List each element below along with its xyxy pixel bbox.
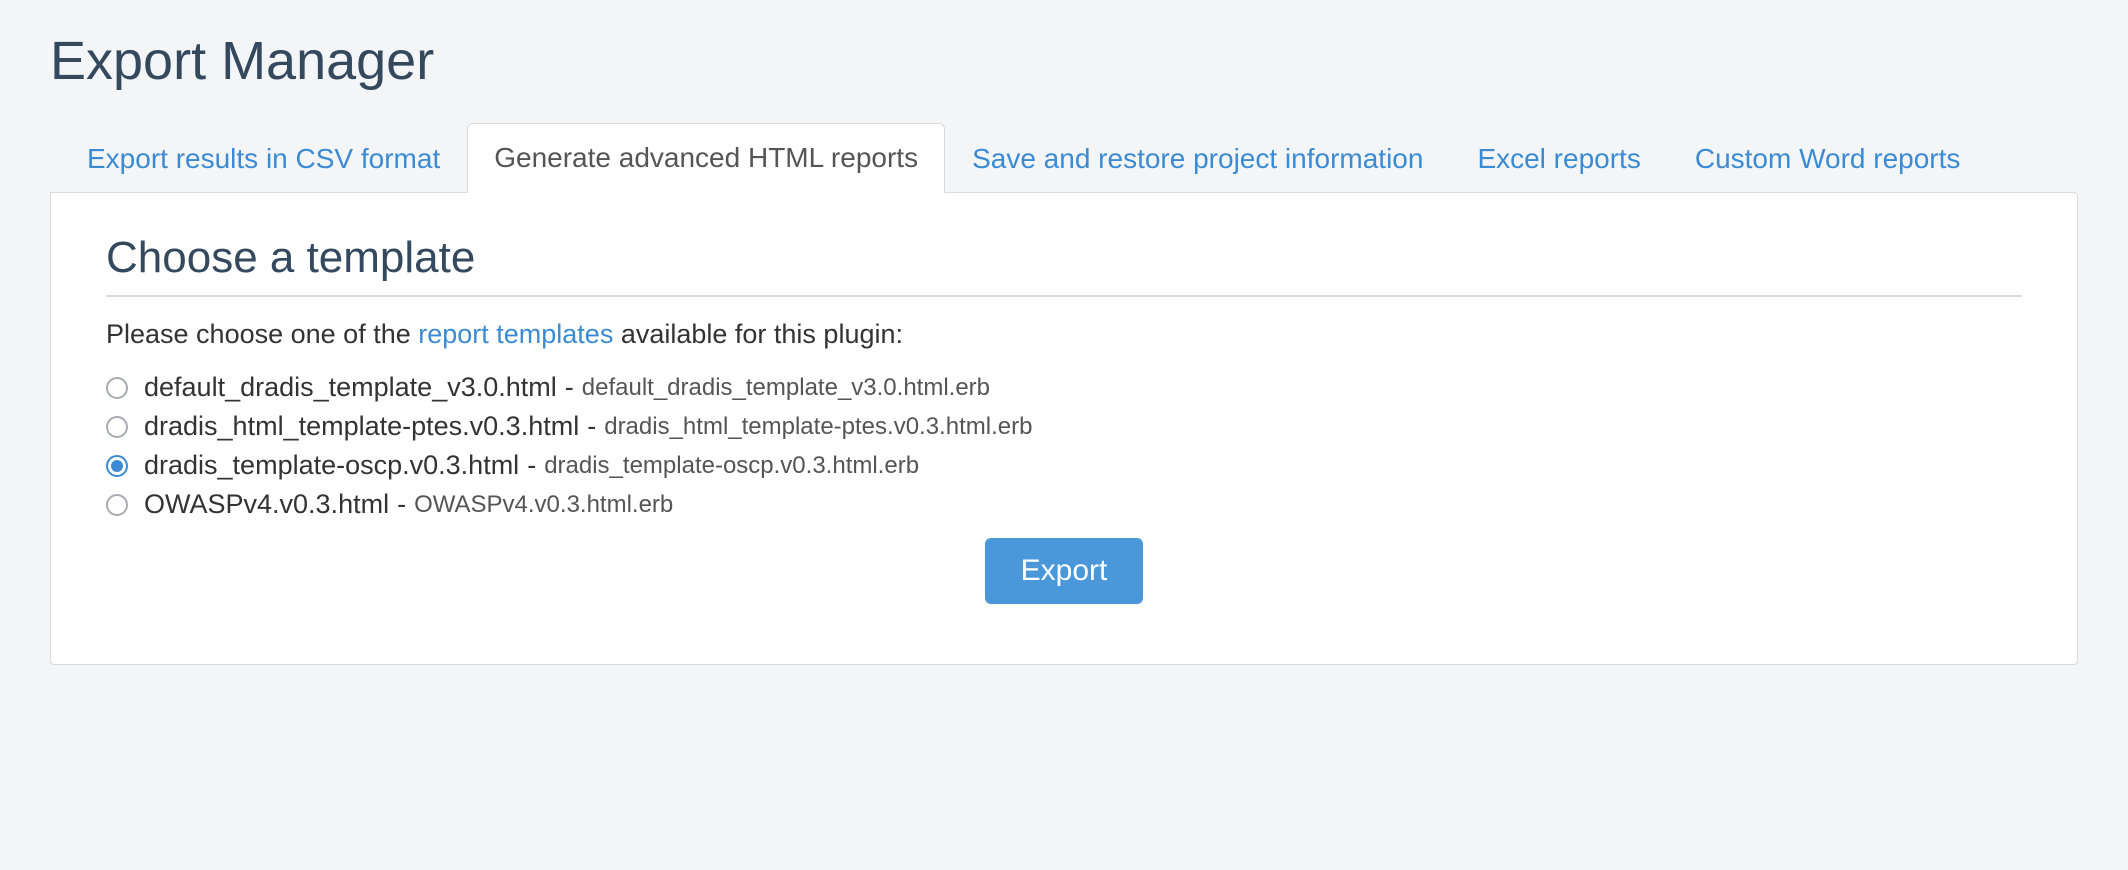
tab-generate-html-reports[interactable]: Generate advanced HTML reports — [467, 123, 945, 193]
instruction-text: Please choose one of the report template… — [106, 319, 2022, 350]
report-templates-link[interactable]: report templates — [418, 319, 613, 349]
template-label: dradis_template-oscp.v0.3.html — [144, 450, 519, 481]
template-separator: - — [565, 372, 574, 403]
tabs-bar: Export results in CSV format Generate ad… — [50, 122, 2078, 192]
export-button[interactable]: Export — [985, 538, 1144, 604]
instruction-pre: Please choose one of the — [106, 319, 418, 349]
template-separator: - — [527, 450, 536, 481]
template-option[interactable]: dradis_html_template-ptes.v0.3.html - dr… — [106, 411, 2022, 442]
template-filename: dradis_template-oscp.v0.3.html.erb — [544, 452, 919, 480]
template-option[interactable]: dradis_template-oscp.v0.3.html - dradis_… — [106, 450, 2022, 481]
tab-panel: Choose a template Please choose one of t… — [50, 192, 2078, 665]
template-label: default_dradis_template_v3.0.html — [144, 372, 557, 403]
template-label: OWASPv4.v0.3.html — [144, 489, 389, 520]
tab-custom-word-reports[interactable]: Custom Word reports — [1668, 124, 1988, 193]
tab-save-restore-project[interactable]: Save and restore project information — [945, 124, 1450, 193]
template-radio[interactable] — [106, 377, 128, 399]
template-list: default_dradis_template_v3.0.html - defa… — [106, 372, 2022, 520]
section-heading: Choose a template — [106, 233, 2022, 297]
tab-excel-reports[interactable]: Excel reports — [1450, 124, 1667, 193]
tab-export-csv[interactable]: Export results in CSV format — [60, 124, 467, 193]
template-filename: default_dradis_template_v3.0.html.erb — [582, 374, 990, 402]
page-title: Export Manager — [50, 30, 2078, 92]
template-radio[interactable] — [106, 455, 128, 477]
template-option[interactable]: default_dradis_template_v3.0.html - defa… — [106, 372, 2022, 403]
template-radio[interactable] — [106, 494, 128, 516]
template-filename: OWASPv4.v0.3.html.erb — [414, 491, 673, 519]
template-separator: - — [397, 489, 406, 520]
template-option[interactable]: OWASPv4.v0.3.html - OWASPv4.v0.3.html.er… — [106, 489, 2022, 520]
template-radio[interactable] — [106, 416, 128, 438]
instruction-post: available for this plugin: — [613, 319, 903, 349]
template-separator: - — [587, 411, 596, 442]
template-filename: dradis_html_template-ptes.v0.3.html.erb — [604, 413, 1032, 441]
template-label: dradis_html_template-ptes.v0.3.html — [144, 411, 579, 442]
